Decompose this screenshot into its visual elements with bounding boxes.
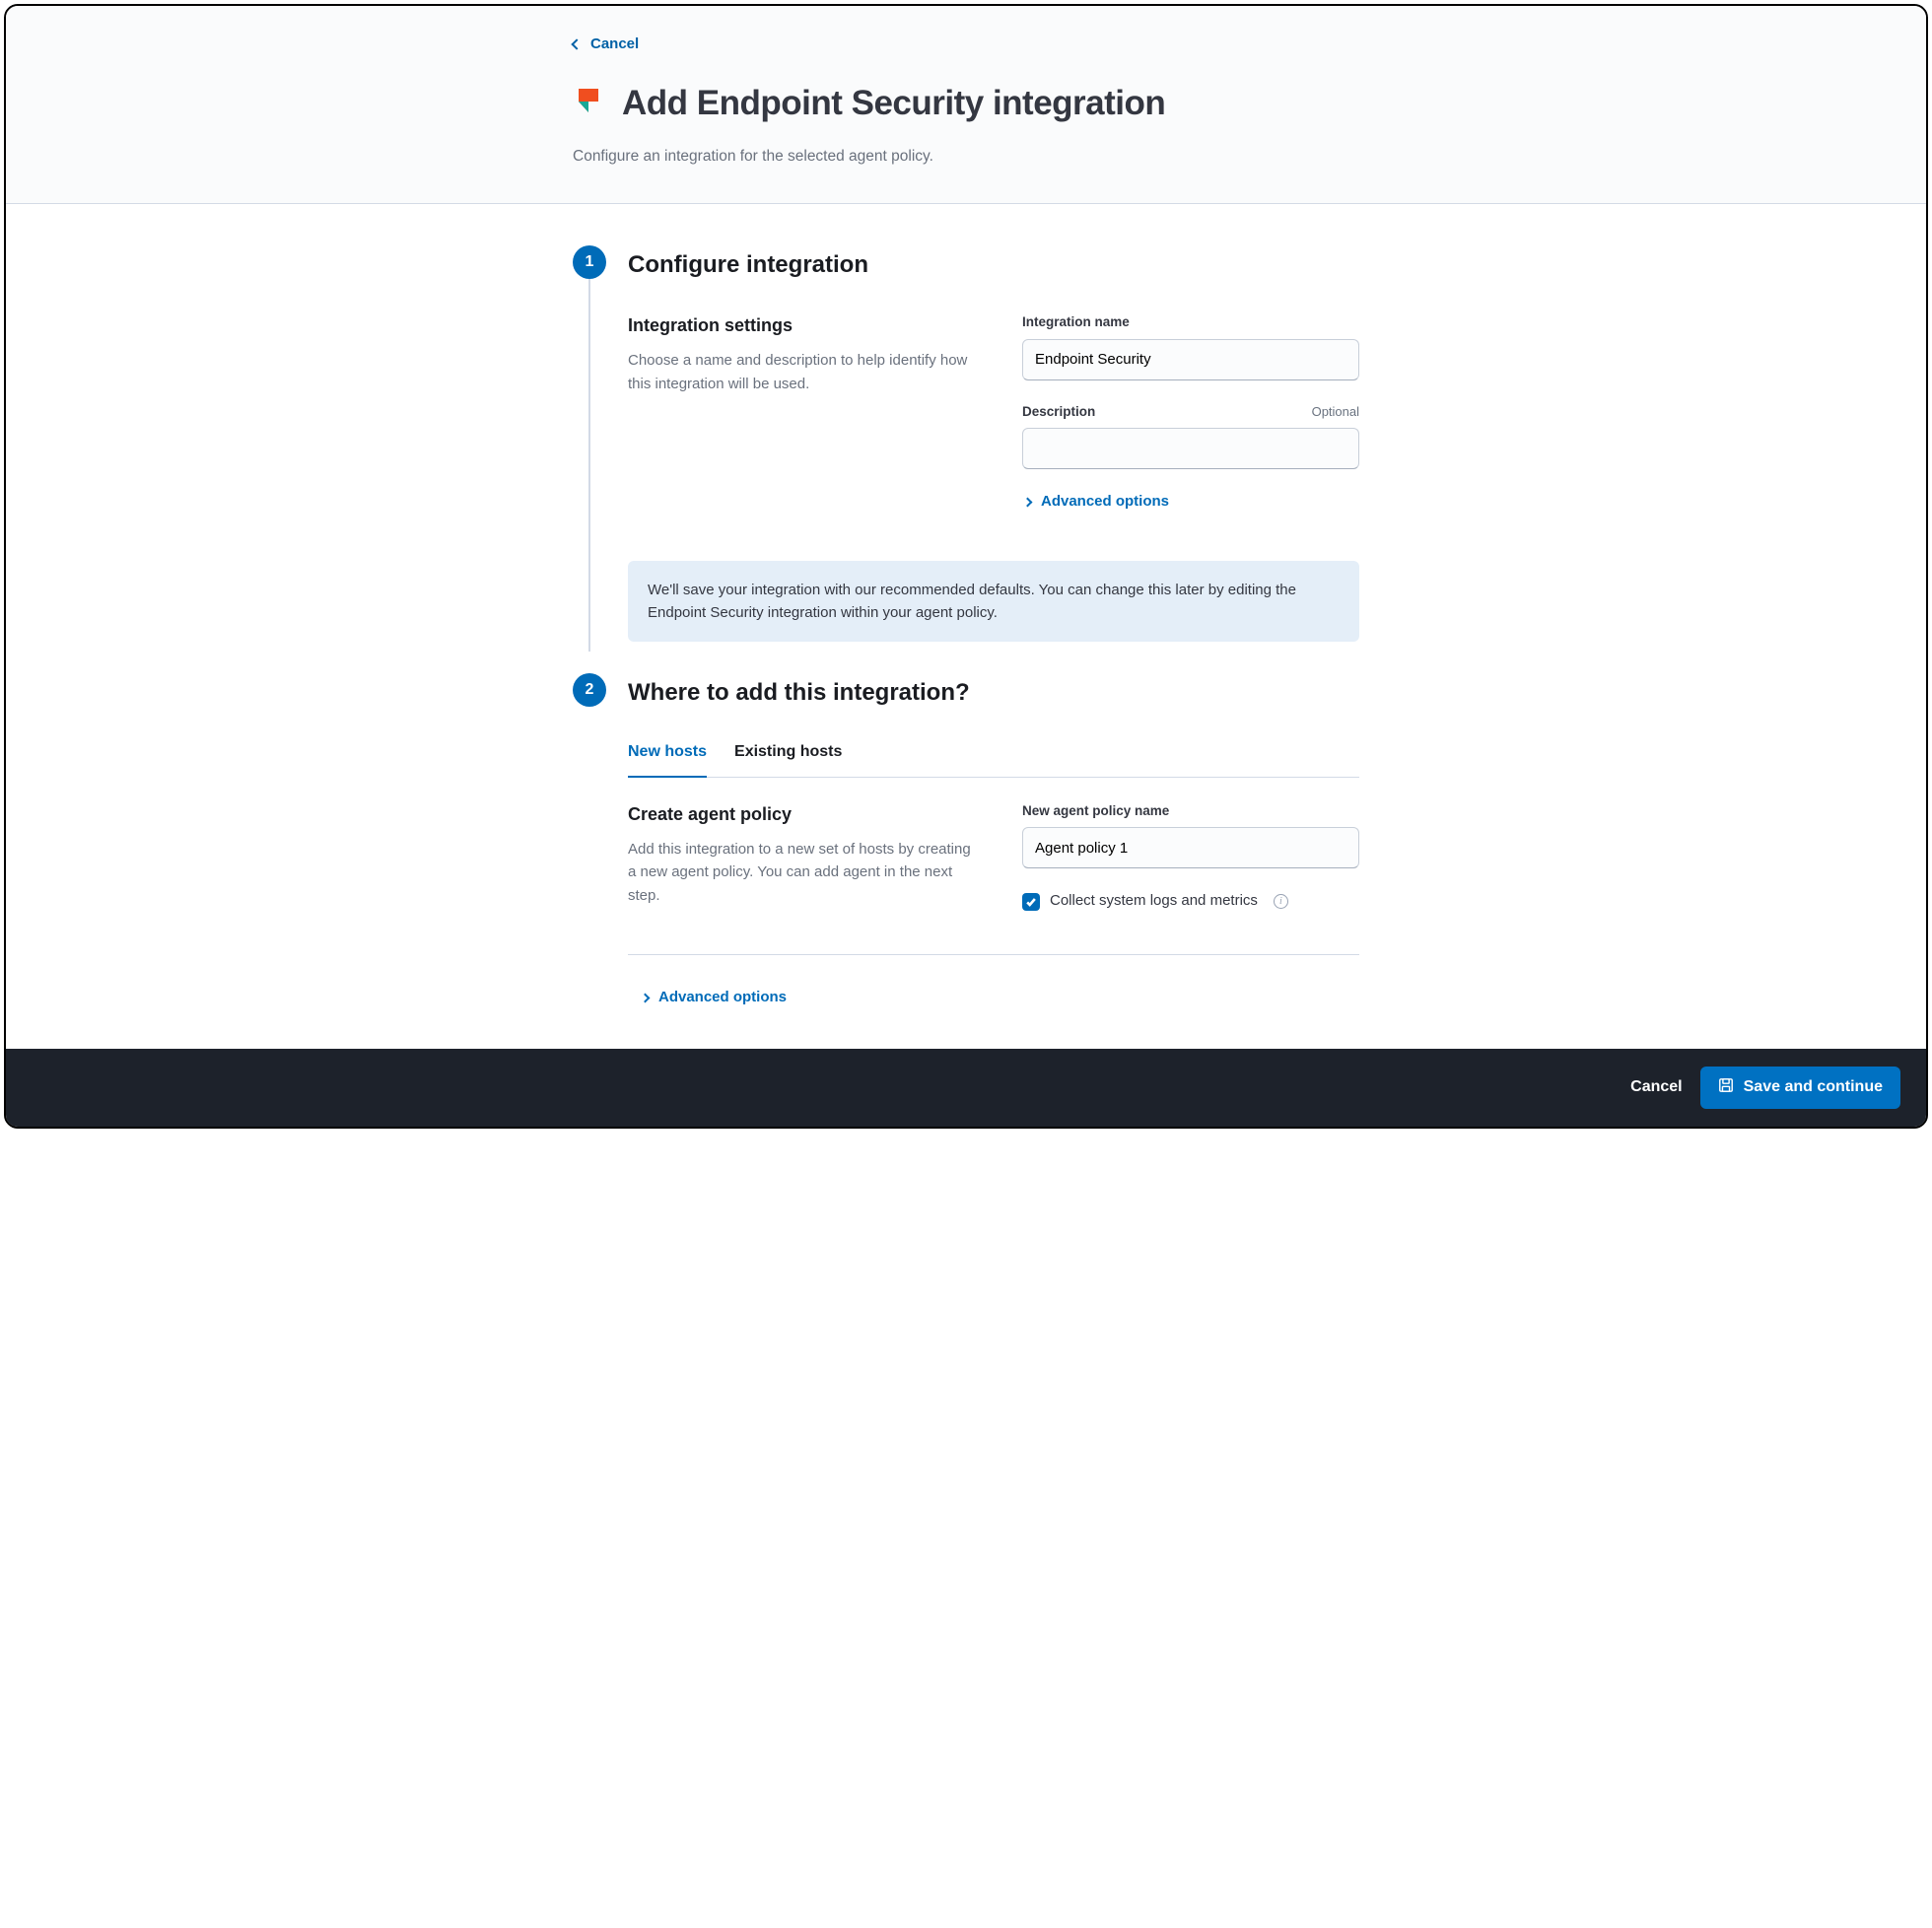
page-title: Add Endpoint Security integration <box>622 78 1165 130</box>
create-agent-policy-desc: Add this integration to a new set of hos… <box>628 838 983 907</box>
step-connector <box>588 279 590 652</box>
chevron-left-icon <box>571 39 582 50</box>
recommended-defaults-callout: We'll save your integration with our rec… <box>628 561 1359 643</box>
advanced-options-toggle-1[interactable]: Advanced options <box>1022 491 1169 514</box>
host-tabs: New hosts Existing hosts <box>628 740 1359 778</box>
step-1: 1 Configure integration Integration sett… <box>573 245 1359 642</box>
step-1-title: Configure integration <box>628 245 1359 283</box>
agent-policy-name-input[interactable] <box>1022 827 1359 868</box>
back-label: Cancel <box>590 34 639 56</box>
back-cancel-link[interactable]: Cancel <box>573 34 639 56</box>
integration-settings-heading: Integration settings <box>628 312 983 339</box>
advanced-options-label-1: Advanced options <box>1041 491 1169 514</box>
endpoint-security-icon <box>573 88 604 119</box>
advanced-options-label-2: Advanced options <box>658 987 787 1009</box>
cancel-button[interactable]: Cancel <box>1630 1078 1682 1096</box>
integration-name-label: Integration name <box>1022 312 1130 332</box>
tab-new-hosts[interactable]: New hosts <box>628 740 707 778</box>
tab-existing-hosts[interactable]: Existing hosts <box>734 740 842 778</box>
step-number-1: 1 <box>573 245 606 279</box>
step-number-2: 2 <box>573 673 606 707</box>
chevron-right-icon <box>641 993 651 1002</box>
description-input[interactable] <box>1022 428 1359 469</box>
advanced-options-toggle-2[interactable]: Advanced options <box>640 987 787 1009</box>
page-subtitle: Configure an integration for the selecte… <box>573 145 1359 168</box>
save-button-label: Save and continue <box>1744 1078 1883 1096</box>
description-label: Description <box>1022 402 1095 422</box>
chevron-right-icon <box>1023 497 1033 507</box>
agent-policy-name-label: New agent policy name <box>1022 801 1169 821</box>
footer-bar: Cancel Save and continue <box>6 1049 1926 1127</box>
description-optional: Optional <box>1312 402 1359 422</box>
save-icon <box>1718 1077 1734 1098</box>
integration-settings-desc: Choose a name and description to help id… <box>628 349 983 395</box>
step-2-title: Where to add this integration? <box>628 673 1359 711</box>
info-icon[interactable]: i <box>1274 894 1288 909</box>
save-and-continue-button[interactable]: Save and continue <box>1700 1067 1900 1109</box>
divider <box>628 954 1359 955</box>
step-2: 2 Where to add this integration? New hos… <box>573 673 1359 1009</box>
collect-logs-label: Collect system logs and metrics <box>1050 890 1258 913</box>
integration-name-input[interactable] <box>1022 339 1359 380</box>
create-agent-policy-heading: Create agent policy <box>628 801 983 828</box>
collect-logs-checkbox[interactable] <box>1022 893 1040 911</box>
